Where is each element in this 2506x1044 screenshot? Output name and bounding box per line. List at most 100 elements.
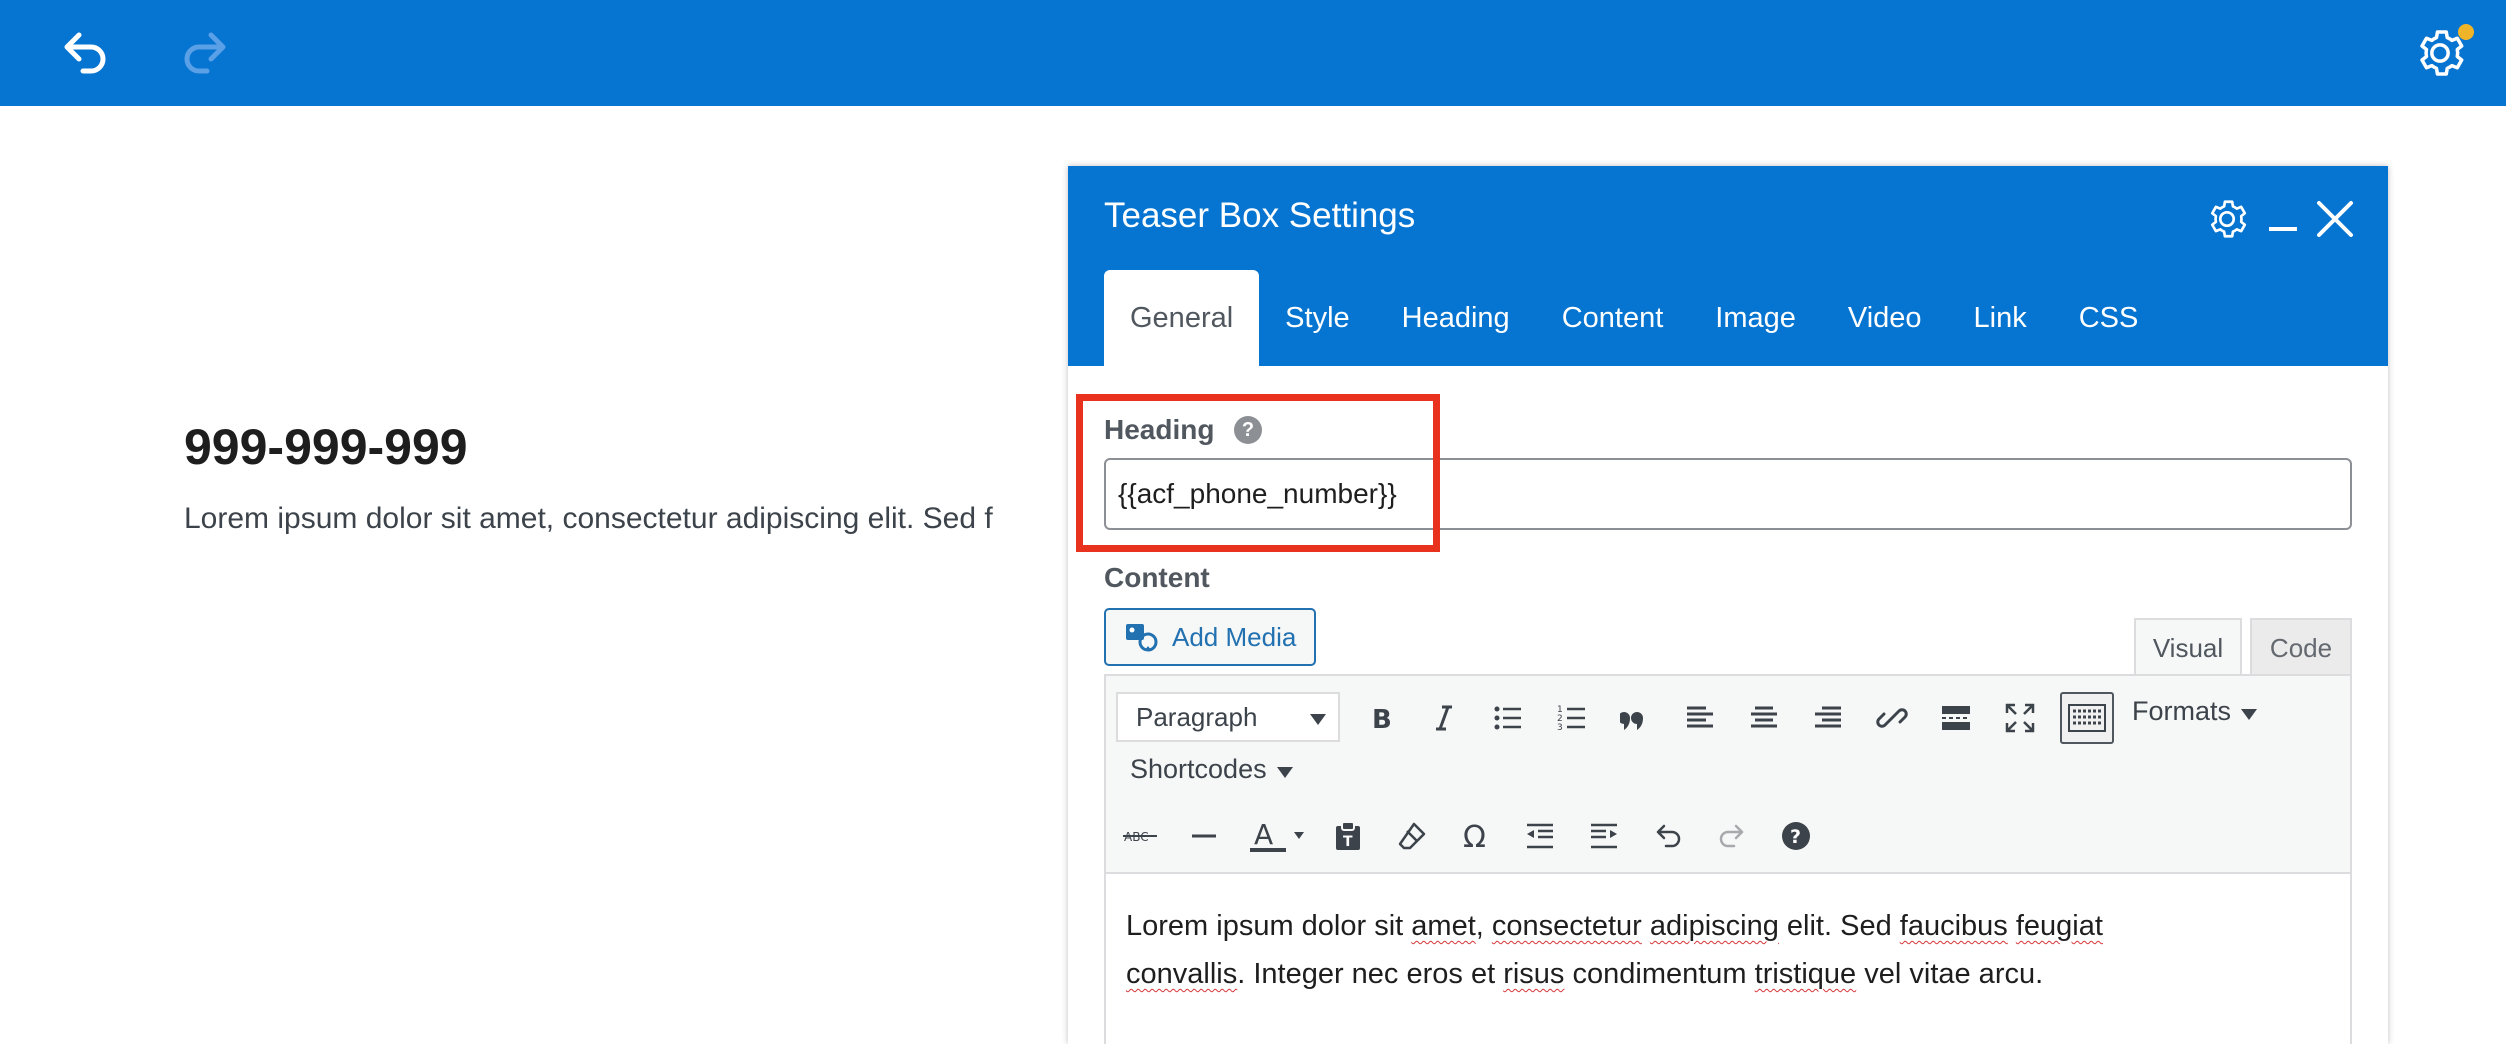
editor-undo-button[interactable] bbox=[1644, 812, 1692, 860]
content-editor: Paragraph B 1 2 3 Formats Shortcodes A T… bbox=[1104, 674, 2352, 1044]
svg-text:?: ? bbox=[1790, 826, 1801, 848]
outdent-icon bbox=[1527, 823, 1553, 849]
tab-content[interactable]: Content bbox=[1536, 270, 1690, 366]
page-text: Lorem ipsum dolor sit amet, consectetur … bbox=[184, 502, 993, 535]
tab-image[interactable]: Image bbox=[1689, 270, 1822, 366]
shortcodes-dropdown[interactable]: Shortcodes bbox=[1130, 754, 1293, 785]
format-select[interactable]: Paragraph bbox=[1116, 692, 1340, 742]
align-center-button[interactable] bbox=[1740, 694, 1788, 742]
content-text: convallis bbox=[1126, 958, 1238, 990]
italic-button[interactable] bbox=[1420, 694, 1468, 742]
help-icon: ? bbox=[1782, 822, 1810, 850]
notification-dot bbox=[2458, 24, 2474, 40]
tab-css[interactable]: CSS bbox=[2053, 270, 2165, 366]
content-text: feugiat bbox=[2015, 910, 2103, 942]
content-text: elit. Sed bbox=[1778, 910, 1900, 942]
chevron-down-icon bbox=[2241, 709, 2258, 720]
omega-icon: Ω bbox=[1463, 820, 1486, 852]
align-right-button[interactable] bbox=[1804, 694, 1852, 742]
text-color-letter: A bbox=[1254, 818, 1273, 851]
strikethrough-icon: ABC bbox=[1123, 830, 1157, 844]
panel-settings-button[interactable] bbox=[2202, 194, 2252, 244]
tab-style[interactable]: Style bbox=[1259, 270, 1375, 366]
tab-general[interactable]: General bbox=[1104, 270, 1260, 366]
content-text: consectetur bbox=[1491, 910, 1642, 942]
undo-icon bbox=[1656, 824, 1681, 848]
tab-visual[interactable]: Visual bbox=[2134, 618, 2242, 676]
add-media-button[interactable]: Add Media bbox=[1104, 608, 1316, 666]
align-center-icon bbox=[1751, 706, 1777, 728]
content-text: condimentum bbox=[1564, 958, 1755, 990]
formats-dropdown[interactable]: Formats bbox=[2132, 696, 2258, 727]
italic-icon bbox=[1436, 705, 1452, 731]
horizontal-line-icon bbox=[1192, 834, 1216, 838]
redo-icon bbox=[184, 32, 226, 74]
link-icon bbox=[1876, 708, 1908, 728]
close-button[interactable] bbox=[2310, 194, 2360, 244]
content-field-label: Content bbox=[1104, 562, 1210, 593]
format-select-value: Paragraph bbox=[1136, 701, 1258, 732]
chevron-down-icon bbox=[1276, 767, 1293, 778]
numbered-list-button[interactable]: 1 2 3 bbox=[1548, 694, 1596, 742]
clipboard-icon: T bbox=[1336, 821, 1360, 850]
svg-text:B: B bbox=[1372, 705, 1392, 733]
gear-icon bbox=[2210, 200, 2247, 238]
content-text: , bbox=[1475, 910, 1492, 942]
content-text: faucibus bbox=[1899, 910, 2008, 942]
read-more-button[interactable] bbox=[1932, 694, 1980, 742]
media-icon bbox=[1126, 624, 1158, 652]
content-text: risus bbox=[1503, 958, 1565, 990]
content-text: vel vitae arcu. bbox=[1856, 958, 2044, 990]
settings-tabs: General Style Heading Content Image Vide… bbox=[1104, 270, 2164, 366]
eraser-icon bbox=[1398, 822, 1426, 850]
outdent-button[interactable] bbox=[1516, 812, 1564, 860]
tab-heading[interactable]: Heading bbox=[1376, 270, 1536, 366]
special-character-button[interactable]: Ω bbox=[1452, 812, 1500, 860]
add-media-label: Add Media bbox=[1172, 621, 1297, 652]
keyboard-shortcuts-button[interactable]: ? bbox=[1772, 812, 1820, 860]
chevron-down-icon bbox=[1310, 714, 1326, 725]
tab-video[interactable]: Video bbox=[1822, 270, 1948, 366]
minimize-button[interactable] bbox=[2258, 194, 2308, 244]
panel-title: Teaser Box Settings bbox=[1104, 196, 1416, 235]
text-color-button[interactable]: A bbox=[1244, 812, 1314, 860]
editor-redo-button[interactable] bbox=[1708, 812, 1756, 860]
panel-header: Teaser Box Settings General Style Headin… bbox=[1068, 166, 2388, 366]
indent-button[interactable] bbox=[1580, 812, 1628, 860]
strikethrough-button[interactable]: ABC bbox=[1116, 812, 1164, 860]
page-heading: 999-999-999 bbox=[184, 419, 468, 475]
bullet-list-button[interactable] bbox=[1484, 694, 1532, 742]
align-right-icon bbox=[1815, 706, 1841, 728]
read-more-icon bbox=[1942, 706, 1970, 730]
align-left-button[interactable] bbox=[1676, 694, 1724, 742]
editor-content[interactable]: Lorem ipsum dolor sit amet, consectetur … bbox=[1126, 902, 2326, 998]
formats-label: Formats bbox=[2132, 696, 2232, 726]
shortcodes-label: Shortcodes bbox=[1130, 754, 1267, 784]
paste-text-button[interactable]: T bbox=[1324, 812, 1372, 860]
redo-button[interactable] bbox=[170, 18, 240, 88]
link-button[interactable] bbox=[1868, 694, 1916, 742]
tab-link[interactable]: Link bbox=[1948, 270, 2053, 366]
horizontal-line-button[interactable] bbox=[1180, 812, 1228, 860]
top-toolbar bbox=[0, 0, 2506, 106]
bullet-list-icon bbox=[1494, 706, 1521, 730]
blockquote-button[interactable] bbox=[1612, 694, 1660, 742]
align-left-icon bbox=[1687, 706, 1713, 728]
numbered-list-icon: 1 2 3 bbox=[1557, 705, 1585, 733]
toolbar-toggle-button[interactable] bbox=[2060, 692, 2114, 744]
close-icon bbox=[2317, 201, 2353, 237]
svg-text:3: 3 bbox=[1557, 723, 1563, 733]
content-text: amet bbox=[1411, 910, 1476, 942]
content-text: adipiscing bbox=[1649, 910, 1779, 942]
tab-code[interactable]: Code bbox=[2250, 618, 2352, 676]
teaser-box-settings-panel: Teaser Box Settings General Style Headin… bbox=[1068, 166, 2388, 1044]
fullscreen-button[interactable] bbox=[1996, 694, 2044, 742]
fullscreen-icon bbox=[2005, 703, 2035, 733]
content-text: tristique bbox=[1754, 958, 1857, 990]
minimize-icon bbox=[2269, 227, 2297, 231]
undo-button[interactable] bbox=[50, 18, 120, 88]
bold-button[interactable]: B bbox=[1356, 694, 1404, 742]
undo-icon bbox=[64, 32, 106, 74]
clear-formatting-button[interactable] bbox=[1388, 812, 1436, 860]
indent-icon bbox=[1591, 823, 1617, 849]
